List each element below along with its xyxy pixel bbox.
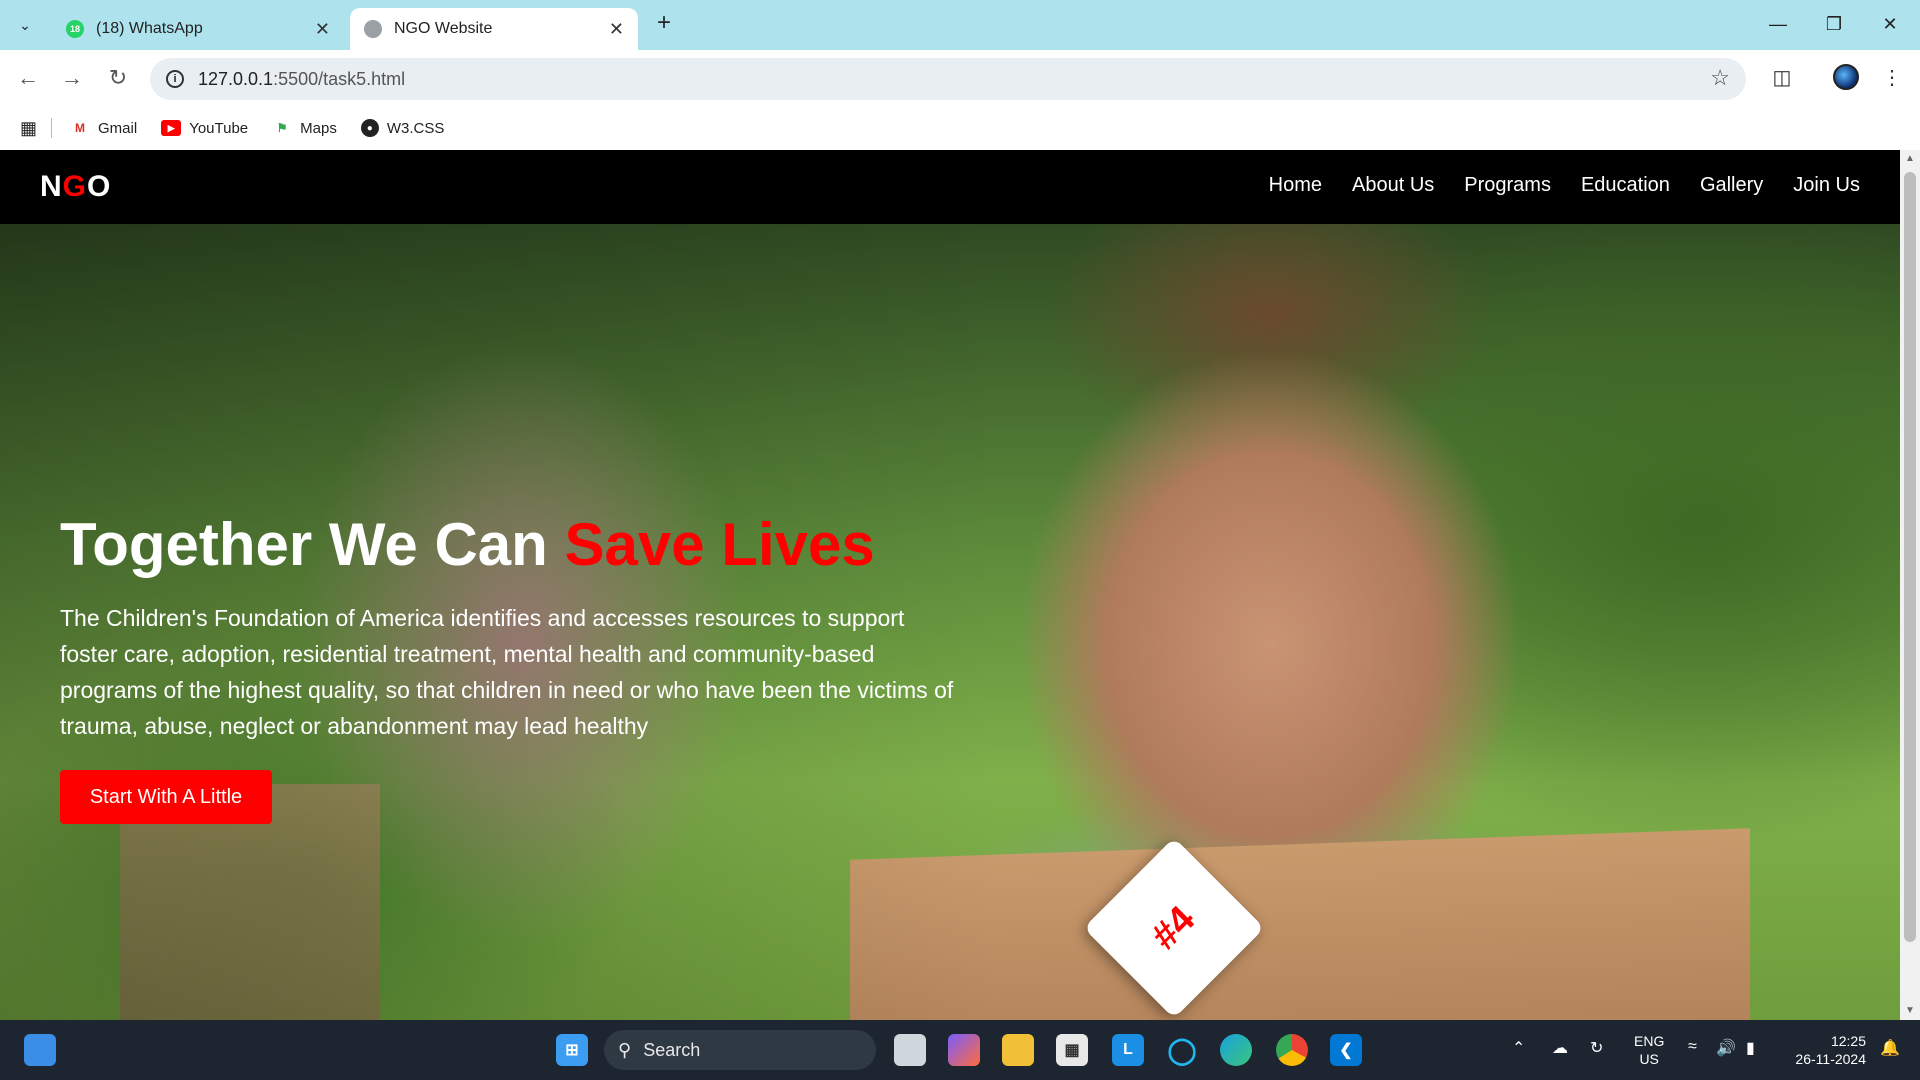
search-icon: ⚲	[618, 1039, 632, 1060]
forward-button[interactable]: →	[58, 64, 86, 92]
scroll-up-arrow-icon[interactable]: ▲	[1900, 150, 1920, 168]
hero-title-accent: Save Lives	[564, 511, 875, 578]
close-icon[interactable]: ✕	[315, 19, 330, 40]
bookmark-label: Maps	[300, 119, 337, 137]
date: 26-11-2024	[1795, 1051, 1866, 1067]
show-hidden-icons-icon[interactable]: ⌃	[1512, 1038, 1525, 1058]
address-bar[interactable]: i 127.0.0.1:5500/task5.html ☆	[150, 58, 1746, 100]
edge-icon[interactable]	[1220, 1034, 1252, 1066]
nav-link-home[interactable]: Home	[1269, 174, 1322, 197]
nav-link-gallery[interactable]: Gallery	[1700, 174, 1763, 197]
page-viewport: NGO Home About Us Programs Education Gal…	[0, 150, 1900, 1020]
close-window-button[interactable]: ✕	[1870, 8, 1910, 40]
nav-link-about-us[interactable]: About Us	[1352, 174, 1434, 197]
taskbar-search[interactable]: ⚲ Search	[604, 1030, 876, 1070]
language-label: ENG	[1634, 1033, 1665, 1049]
globe-icon: ●	[360, 119, 379, 137]
url-path: :5500/task5.html	[273, 68, 406, 89]
bookmark-label: W3.CSS	[386, 119, 445, 137]
reload-button[interactable]: ↻	[104, 64, 132, 92]
widgets-icon[interactable]	[24, 1034, 56, 1066]
bookmark-label: Gmail	[98, 119, 138, 137]
site-navbar: NGO Home About Us Programs Education Gal…	[0, 150, 1900, 224]
bookmark-gmail[interactable]: M Gmail	[70, 120, 137, 137]
windows-taskbar: ⊞ ⚲ Search ▦ L ◯ ❮ ⌃ ☁ ↻ ENG US ≈ 🔊 ▮ 12…	[0, 1020, 1920, 1080]
menu-icon[interactable]: ⋮	[1876, 62, 1908, 94]
bookmark-star-icon[interactable]: ☆	[1710, 65, 1730, 91]
l-app-icon[interactable]: L	[1112, 1034, 1144, 1066]
extensions-icon[interactable]: ◫	[1766, 62, 1798, 94]
apps-grid-icon[interactable]: ▦	[20, 118, 37, 139]
nav-link-education[interactable]: Education	[1581, 174, 1670, 197]
hero-title-main: Together We Can	[60, 511, 565, 578]
language-indicator[interactable]: ENG US	[1634, 1032, 1664, 1068]
start-with-a-little-button[interactable]: Start With A Little	[60, 770, 272, 824]
battery-icon[interactable]: ▮	[1746, 1038, 1755, 1058]
globe-icon	[364, 20, 382, 38]
close-icon[interactable]: ✕	[609, 19, 624, 40]
bookmark-youtube[interactable]: ▶ YouTube	[161, 120, 248, 137]
maps-icon: ⚑	[276, 121, 288, 135]
url-host: 127.0.0.1	[198, 68, 274, 89]
microsoft-store-icon[interactable]: ▦	[1056, 1034, 1088, 1066]
taskbar-search-label: Search	[643, 1039, 701, 1060]
region-label: US	[1639, 1051, 1659, 1067]
nav-links: Home About Us Programs Education Gallery…	[1269, 174, 1860, 197]
bookmark-label: YouTube	[189, 119, 249, 137]
scroll-down-arrow-icon[interactable]: ▼	[1900, 1002, 1920, 1020]
rank-badge-label: #4	[1143, 897, 1204, 958]
chrome-icon[interactable]	[1276, 1034, 1308, 1066]
nav-link-join-us[interactable]: Join Us	[1793, 174, 1860, 197]
sync-icon[interactable]: ↻	[1590, 1038, 1603, 1058]
copilot-icon[interactable]	[948, 1034, 980, 1066]
file-explorer-icon[interactable]	[1002, 1034, 1034, 1066]
bookmark-w3css[interactable]: ● W3.CSS	[360, 119, 445, 137]
vscode-icon[interactable]: ❮	[1330, 1034, 1362, 1066]
browser-toolbar: ← → ↻ i 127.0.0.1:5500/task5.html ☆ ◫ ⋮	[0, 50, 1920, 106]
cortana-icon[interactable]: ◯	[1166, 1034, 1198, 1066]
bookmarks-bar: ▦ M Gmail ▶ YouTube ⚑ Maps ● W3.CSS	[0, 106, 1920, 150]
tab-title: NGO Website	[394, 20, 493, 37]
whatsapp-icon: 18	[66, 20, 84, 38]
hero-title: Together We Can Save Lives	[60, 510, 875, 579]
bookmark-maps[interactable]: ⚑ Maps	[272, 120, 337, 137]
browser-tab-bar: ⌄ 18 (18) WhatsApp ✕ NGO Website ✕ + — ❐…	[0, 0, 1920, 50]
nav-link-programs[interactable]: Programs	[1464, 174, 1551, 197]
tab-title: (18) WhatsApp	[96, 20, 203, 37]
logo-letter-accent: G	[62, 170, 88, 203]
new-tab-button[interactable]: +	[650, 10, 678, 38]
back-button[interactable]: ←	[14, 64, 42, 92]
divider	[51, 118, 53, 138]
site-info-icon[interactable]: i	[166, 70, 184, 88]
logo-letter: N	[40, 170, 63, 203]
gmail-icon: M	[75, 121, 86, 135]
start-icon[interactable]: ⊞	[556, 1034, 588, 1066]
tab-whatsapp[interactable]: 18 (18) WhatsApp ✕	[52, 8, 344, 50]
task-view-icon[interactable]	[894, 1034, 926, 1066]
notifications-icon[interactable]: 🔔	[1880, 1038, 1900, 1058]
hero-section: Together We Can Save Lives The Children'…	[0, 224, 1900, 1020]
minimize-button[interactable]: —	[1758, 8, 1798, 40]
youtube-icon: ▶	[161, 120, 182, 136]
wifi-icon[interactable]: ≈	[1688, 1038, 1697, 1056]
logo-letter: O	[87, 170, 112, 203]
page-scrollbar[interactable]: ▲ ▼	[1900, 150, 1920, 1020]
time: 12:25	[1830, 1033, 1866, 1049]
site-logo[interactable]: NGO	[40, 170, 111, 204]
scroll-thumb[interactable]	[1904, 172, 1916, 942]
tab-ngo-website[interactable]: NGO Website ✕	[350, 8, 638, 50]
hero-description: The Children's Foundation of America ide…	[60, 605, 954, 739]
onedrive-icon[interactable]: ☁	[1552, 1038, 1568, 1058]
clock[interactable]: 12:25 26-11-2024	[1786, 1032, 1866, 1068]
volume-icon[interactable]: 🔊	[1716, 1038, 1736, 1058]
profile-avatar[interactable]	[1833, 64, 1859, 90]
restore-button[interactable]: ❐	[1814, 8, 1854, 40]
tab-search-chevron-icon[interactable]: ⌄	[10, 10, 40, 40]
